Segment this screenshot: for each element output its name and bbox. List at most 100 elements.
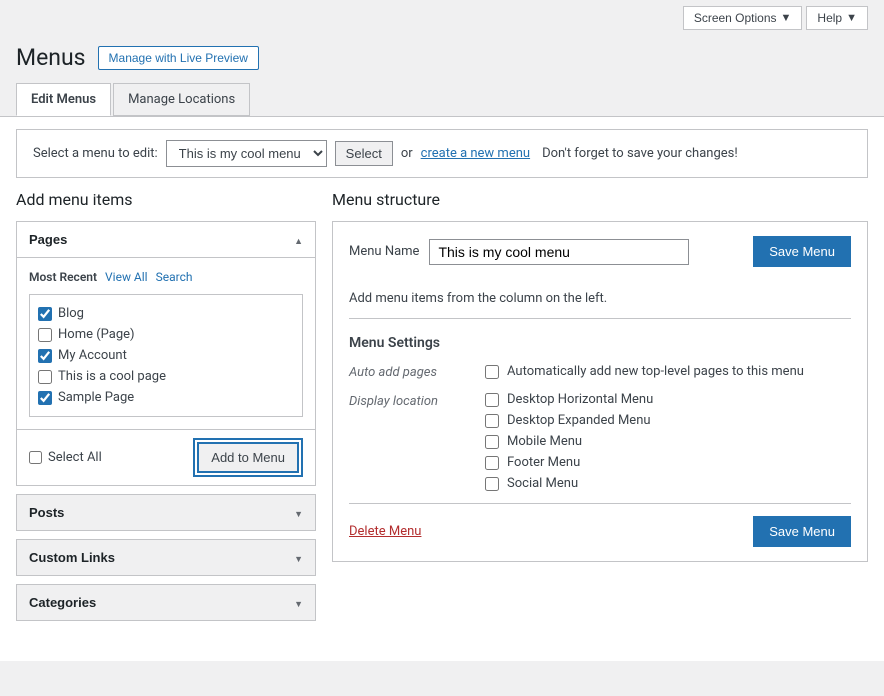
- menu-settings: Menu Settings Auto add pages Automatical…: [349, 335, 851, 491]
- screen-options-label: Screen Options: [694, 11, 777, 25]
- add-items-hint: Add menu items from the column on the le…: [349, 279, 851, 319]
- posts-accordion: Posts: [16, 494, 316, 531]
- help-label: Help: [817, 11, 842, 25]
- menu-structure-title: Menu structure: [332, 190, 868, 209]
- select-button[interactable]: Select: [335, 141, 393, 166]
- menu-settings-title: Menu Settings: [349, 335, 851, 351]
- save-menu-button-top[interactable]: Save Menu: [753, 236, 851, 267]
- location-desktop-horizontal: Desktop Horizontal Menu: [507, 392, 653, 407]
- save-menu-button-bottom[interactable]: Save Menu: [753, 516, 851, 547]
- menu-name-label-input: Menu Name: [349, 239, 689, 265]
- display-location-label: Display location: [349, 392, 469, 491]
- item-label-cool-page: This is a cool page: [58, 369, 166, 384]
- categories-expand-icon: [294, 595, 303, 610]
- list-item: Sample Page: [38, 387, 294, 408]
- categories-accordion: Categories: [16, 584, 316, 621]
- sub-tab-most-recent[interactable]: Most Recent: [29, 270, 97, 284]
- pages-collapse-icon: [294, 232, 303, 247]
- menu-name-input[interactable]: [429, 239, 689, 265]
- checkbox-my-account[interactable]: [38, 349, 52, 363]
- auto-add-checkbox[interactable]: [485, 365, 499, 379]
- location-desktop-horizontal-checkbox[interactable]: [485, 393, 499, 407]
- add-menu-items-title: Add menu items: [16, 190, 316, 209]
- tabs-bar: Edit Menus Manage Locations: [0, 71, 884, 116]
- save-note: Don't forget to save your changes!: [542, 146, 738, 161]
- pages-items-list: Blog Home (Page) My Account This is: [29, 294, 303, 417]
- list-item: This is a cool page: [38, 366, 294, 387]
- menu-name-label: Menu Name: [349, 244, 419, 259]
- auto-add-label: Auto add pages: [349, 363, 469, 380]
- list-item: My Account: [38, 345, 294, 366]
- select-all-row: Select All: [29, 450, 102, 465]
- list-item: Blog: [38, 303, 294, 324]
- select-all-label: Select All: [48, 450, 102, 465]
- location-desktop-expanded: Desktop Expanded Menu: [507, 413, 651, 428]
- custom-links-label: Custom Links: [29, 550, 115, 565]
- location-mobile-checkbox[interactable]: [485, 435, 499, 449]
- select-menu-label: Select a menu to edit:: [33, 146, 158, 161]
- custom-links-expand-icon: [294, 550, 303, 565]
- posts-label: Posts: [29, 505, 64, 520]
- help-button[interactable]: Help ▼: [806, 6, 868, 30]
- pages-accordion-footer: Select All Add to Menu: [17, 429, 315, 485]
- pages-accordion-header[interactable]: Pages: [17, 222, 315, 257]
- display-location-options: Desktop Horizontal Menu Desktop Expanded…: [485, 392, 653, 491]
- help-chevron: ▼: [846, 12, 857, 24]
- location-social: Social Menu: [507, 476, 578, 491]
- display-location-row: Display location Desktop Horizontal Menu…: [349, 392, 851, 491]
- delete-menu-link[interactable]: Delete Menu: [349, 524, 421, 539]
- checkbox-blog[interactable]: [38, 307, 52, 321]
- categories-label: Categories: [29, 595, 96, 610]
- sub-tab-view-all[interactable]: View All: [105, 270, 148, 284]
- add-to-menu-button[interactable]: Add to Menu: [197, 442, 299, 473]
- screen-options-button[interactable]: Screen Options ▼: [683, 6, 803, 30]
- checkbox-home[interactable]: [38, 328, 52, 342]
- content-area: Add menu items Pages Most Recent View Al…: [0, 190, 884, 645]
- or-text: or: [401, 146, 413, 161]
- checkbox-cool-page[interactable]: [38, 370, 52, 384]
- right-panel-bottom: Delete Menu Save Menu: [349, 503, 851, 547]
- item-label-sample-page: Sample Page: [58, 390, 134, 405]
- item-label-home: Home (Page): [58, 327, 135, 342]
- select-all-checkbox[interactable]: [29, 451, 42, 464]
- auto-add-option-row: Automatically add new top-level pages to…: [485, 363, 804, 380]
- posts-expand-icon: [294, 505, 303, 520]
- location-desktop-expanded-checkbox[interactable]: [485, 414, 499, 428]
- menu-name-row: Menu Name Save Menu: [349, 236, 851, 267]
- create-new-menu-link[interactable]: create a new menu: [421, 146, 530, 161]
- add-to-menu-wrapper: Add to Menu: [193, 438, 303, 477]
- location-mobile: Mobile Menu: [507, 434, 582, 449]
- posts-accordion-header[interactable]: Posts: [17, 495, 315, 530]
- categories-accordion-header[interactable]: Categories: [17, 585, 315, 620]
- custom-links-accordion: Custom Links: [16, 539, 316, 576]
- location-footer: Footer Menu: [507, 455, 580, 470]
- list-item: Social Menu: [485, 476, 653, 491]
- list-item: Desktop Horizontal Menu: [485, 392, 653, 407]
- location-footer-checkbox[interactable]: [485, 456, 499, 470]
- select-menu-bar: Select a menu to edit: This is my cool m…: [16, 129, 868, 178]
- list-item: Footer Menu: [485, 455, 653, 470]
- screen-options-chevron: ▼: [781, 12, 792, 24]
- right-panel: Menu structure Menu Name Save Menu Add m…: [332, 190, 868, 629]
- pages-label: Pages: [29, 232, 67, 247]
- list-item: Mobile Menu: [485, 434, 653, 449]
- page-title: Menus: [16, 44, 86, 71]
- page-header: Menus Manage with Live Preview: [0, 36, 884, 71]
- tab-edit-menus[interactable]: Edit Menus: [16, 83, 111, 116]
- list-item: Desktop Expanded Menu: [485, 413, 653, 428]
- tab-manage-locations[interactable]: Manage Locations: [113, 83, 250, 116]
- auto-add-option-text: Automatically add new top-level pages to…: [507, 364, 804, 379]
- custom-links-accordion-header[interactable]: Custom Links: [17, 540, 315, 575]
- item-label-blog: Blog: [58, 306, 84, 321]
- left-panel: Add menu items Pages Most Recent View Al…: [16, 190, 316, 629]
- menu-select[interactable]: This is my cool menu: [166, 140, 327, 167]
- sub-tab-search[interactable]: Search: [156, 270, 193, 284]
- list-item: Home (Page): [38, 324, 294, 345]
- pages-accordion-body: Most Recent View All Search Blog Home (P…: [17, 257, 315, 429]
- pages-sub-tabs: Most Recent View All Search: [29, 270, 303, 284]
- item-label-my-account: My Account: [58, 348, 127, 363]
- auto-add-pages-row: Auto add pages Automatically add new top…: [349, 363, 851, 380]
- checkbox-sample-page[interactable]: [38, 391, 52, 405]
- live-preview-button[interactable]: Manage with Live Preview: [98, 46, 259, 70]
- location-social-checkbox[interactable]: [485, 477, 499, 491]
